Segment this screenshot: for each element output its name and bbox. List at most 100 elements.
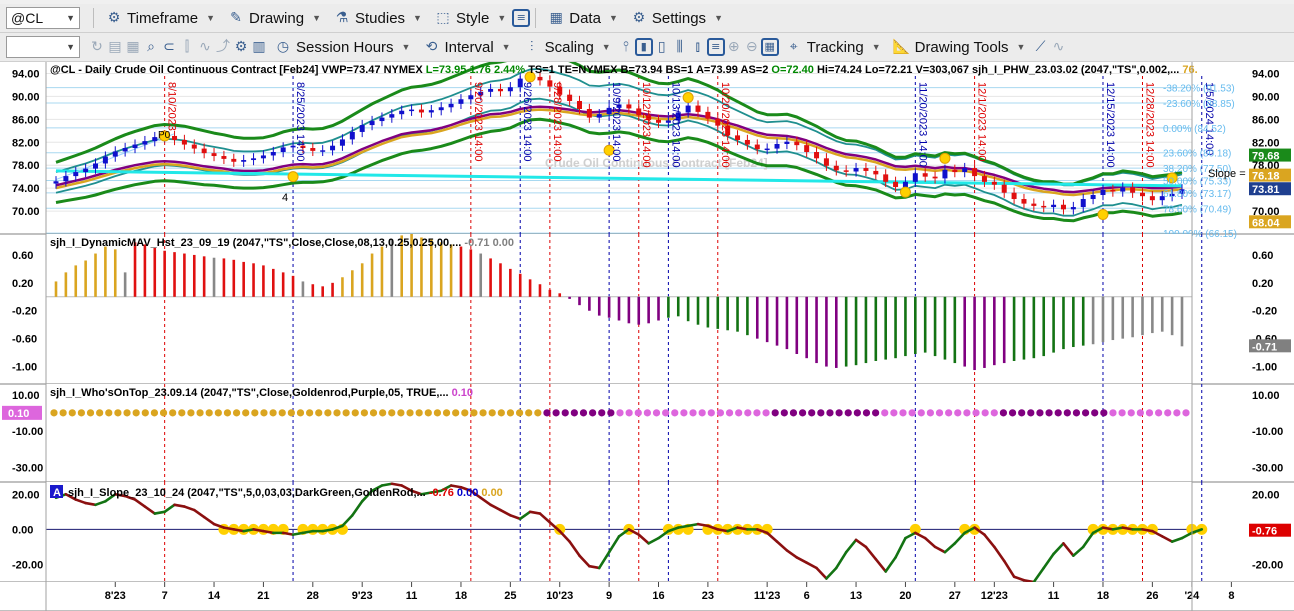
studies-menu[interactable]: ⚗ Studies ▼ (327, 6, 428, 30)
layout-toggle-icon[interactable]: ≡ (706, 38, 725, 56)
data-label: Data (569, 9, 601, 27)
chevron-down-icon[interactable]: ▼ (66, 42, 75, 52)
state-dot (497, 409, 505, 417)
x-tick-label: 18 (455, 590, 467, 602)
candle-body (942, 169, 948, 179)
refresh-icon[interactable]: ↻ (88, 38, 106, 56)
y-tick-label-left: -1.00 (12, 362, 37, 374)
candle-body (567, 94, 573, 101)
drawing-tools-menu[interactable]: 📐 Drawing Tools ▼ (887, 35, 1032, 59)
y-tick-label-left: 20.00 (12, 489, 40, 501)
style-menu[interactable]: ⬚ Style ▼ (428, 6, 512, 30)
state-dot (890, 409, 898, 417)
state-dot (926, 409, 934, 417)
state-dot (342, 409, 350, 417)
chevron-down-icon[interactable]: ▼ (66, 13, 75, 23)
candle-body (764, 148, 770, 151)
state-dot (1173, 409, 1181, 417)
zoom-in-icon[interactable]: ⊕ (725, 38, 743, 56)
histogram-bar (914, 296, 917, 354)
timeframe-menu[interactable]: ⚙ Timeframe ▼ (99, 6, 221, 30)
state-dot (817, 409, 825, 417)
y-tick-label-left: -0.20 (12, 306, 37, 318)
grid-icon[interactable]: ▦ (124, 38, 142, 56)
trend-icon[interactable]: ⤴ (214, 38, 232, 56)
state-dot (50, 409, 58, 417)
session-hours-menu[interactable]: ◷ Session Hours ▼ (268, 35, 416, 59)
state-dot (680, 409, 688, 417)
panels-icon[interactable]: ▥ (250, 38, 268, 56)
ohlc-icon[interactable]: ⫯ (617, 38, 635, 56)
interval-menu[interactable]: ⟲ Interval ▼ (416, 35, 516, 59)
state-dot (269, 409, 277, 417)
vertical-marker-label: 12/28/2023 14:00 (1143, 82, 1155, 168)
candle-body (497, 88, 503, 92)
charting-app: @CL ▼ ⚙ Timeframe ▼ ✎ Drawing ▼ ⚗ Studie… (0, 0, 1294, 611)
candle-body (310, 148, 316, 151)
bar-chart-icon[interactable]: ⫼ (671, 38, 689, 56)
drawing-menu[interactable]: ✎ Drawing ▼ (221, 6, 327, 30)
histogram-bar (834, 296, 838, 368)
vertical-marker-label: 8/10/2023 (166, 82, 178, 131)
candle-body (705, 111, 711, 119)
pattern-icon[interactable]: ∿ (1049, 38, 1067, 56)
candle-body (972, 168, 978, 177)
candle-body (260, 155, 266, 159)
blank-dropdown[interactable]: ▼ (6, 36, 80, 58)
vertical-marker-label: 10/12/2023 14:00 (640, 82, 652, 168)
state-dot (826, 409, 834, 417)
chevron-down-icon: ▼ (497, 13, 507, 23)
settings-menu[interactable]: ⚙ Settings ▼ (624, 6, 729, 30)
price-panel[interactable]: 70.0070.0074.0074.0078.0078.0082.0082.00… (0, 62, 1294, 240)
state-dot (1109, 409, 1117, 417)
price-value-tag: 79.68 (1252, 151, 1280, 163)
hollow-candle-icon[interactable]: ▯ (653, 38, 671, 56)
price-header-stat: Lo=72.21 (865, 64, 915, 76)
grid-layout-icon[interactable]: ▦ (760, 38, 779, 56)
candles-icon[interactable]: ⫿ (178, 38, 196, 56)
chart-area[interactable]: 70.0070.0074.0074.0078.0078.0082.0082.00… (0, 62, 1294, 611)
scaling-menu[interactable]: ⫶ Scaling ▼ (517, 35, 617, 59)
tracking-menu[interactable]: ⌖ Tracking ▼ (779, 35, 887, 59)
histogram-bar (123, 272, 127, 297)
slope-panel[interactable]: 20.0020.000.000.00-20.00-20.00Asjh_I_Slo… (0, 482, 1294, 584)
state-dot (479, 409, 487, 417)
whos-on-top-panel[interactable]: 10.00 10.00 -10.00 -10.00 -30.00 -30.00 sjh_I_… (0, 384, 1294, 483)
state-dot (662, 409, 670, 417)
gear-icon[interactable]: ⚙ (232, 38, 250, 56)
trend-line-icon[interactable]: ⟋ (1031, 38, 1049, 56)
bars-alt-icon[interactable]: ⫾ (689, 38, 707, 56)
candle-body (389, 114, 395, 118)
wave-icon[interactable]: ∿ (196, 38, 214, 56)
magnet-icon[interactable]: ⊂ (160, 38, 178, 56)
histogram-bar (874, 296, 878, 361)
histogram-bar (963, 296, 967, 367)
y-tick-label-right: 82.00 (1252, 137, 1280, 149)
zoom-out-icon[interactable]: ⊖ (743, 38, 761, 56)
histogram-bar (864, 296, 868, 364)
data-menu[interactable]: ▦ Data ▼ (541, 6, 624, 30)
symbol-input[interactable]: @CL ▼ (6, 7, 80, 29)
candle-body (53, 181, 59, 184)
chart-icon[interactable]: ▤ (106, 38, 124, 56)
slope-annotation: Slope = (1208, 168, 1246, 180)
candlestick-icon[interactable]: ▮ (634, 38, 653, 56)
histogram-bar (983, 296, 986, 368)
y-tick-label-left: 10.00 (12, 390, 40, 402)
x-tick-label: 8'23 (105, 590, 126, 602)
layout-toggle-icon[interactable]: ≡ (512, 9, 531, 27)
chevron-down-icon: ▼ (871, 42, 881, 52)
gear-icon: ⚙ (632, 10, 646, 26)
histogram-bar (637, 296, 641, 325)
zoom-search-icon[interactable]: ⌕ (142, 38, 160, 56)
slope-line-segment (153, 510, 166, 515)
price-header-stat: AS=2 (741, 64, 772, 76)
histogram-bar (1160, 296, 1164, 332)
histogram-panel[interactable]: 0.600.600.200.20-0.20-0.20-0.60-0.60-1.0… (0, 234, 1294, 385)
state-dot (981, 409, 989, 417)
candle-body (280, 147, 286, 153)
candle-body (428, 110, 434, 113)
state-dot (1136, 409, 1144, 417)
candle-body (596, 114, 602, 118)
state-dot (671, 409, 679, 417)
